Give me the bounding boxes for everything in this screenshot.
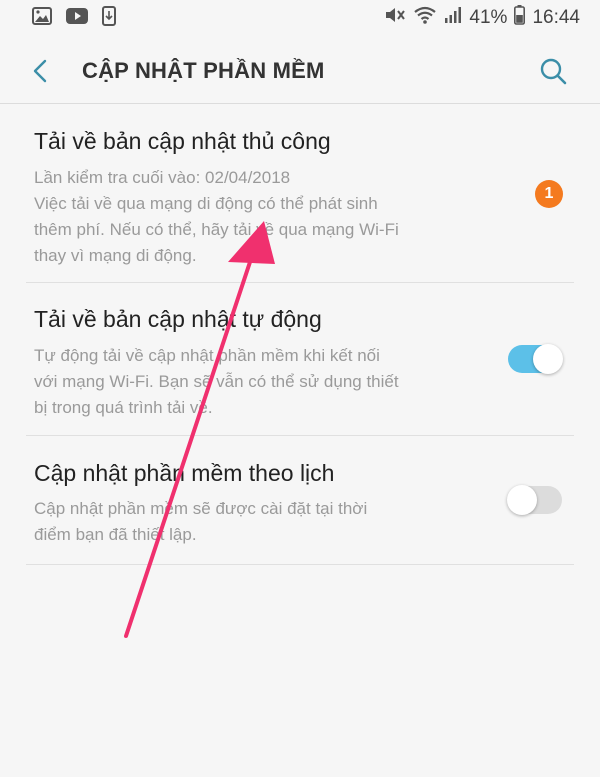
item-description: Lần kiểm tra cuối vào: 02/04/2018 Việc t…	[34, 165, 489, 269]
item-title: Cập nhật phần mềm theo lịch	[34, 460, 335, 486]
item-description-line: với mạng Wi-Fi. Bạn sẽ vẫn có thể sử dụn…	[34, 372, 399, 391]
battery-icon	[514, 5, 526, 31]
manual-download-item[interactable]: Tải về bản cập nhật thủ công Lần kiểm tr…	[0, 106, 600, 282]
back-button[interactable]	[24, 54, 58, 88]
item-title: Tải về bản cập nhật tự động	[34, 306, 322, 332]
clock: 16:44	[532, 7, 580, 28]
youtube-icon	[66, 7, 88, 29]
wifi-icon	[413, 6, 437, 30]
mute-icon	[384, 6, 406, 30]
gallery-icon	[32, 6, 52, 30]
page-title: CẬP NHẬT PHẦN MỀM	[82, 58, 325, 83]
toggle-knob	[533, 344, 563, 374]
auto-download-toggle[interactable]	[508, 344, 563, 374]
battery-percent: 41%	[469, 7, 508, 28]
signal-icon	[444, 6, 462, 30]
item-description-line: Lần kiểm tra cuối vào: 02/04/2018	[34, 168, 291, 187]
toggle-knob	[507, 485, 537, 515]
search-button[interactable]	[536, 54, 570, 88]
item-description-line: thay vì mạng di động.	[34, 246, 197, 265]
item-description-line: điểm bạn đã thiết lập.	[34, 525, 197, 544]
update-phone-icon	[102, 5, 116, 31]
item-description-line: Tự động tải về cập nhật phần mềm khi kết…	[34, 346, 380, 365]
item-description-line: Việc tải về qua mạng di động có thể phát…	[34, 194, 378, 213]
notification-badge: 1	[535, 180, 563, 208]
item-description: Cập nhật phần mềm sẽ được cài đặt tại th…	[34, 496, 489, 548]
scheduled-update-toggle[interactable]	[507, 485, 562, 515]
item-description-line: thêm phí. Nếu có thể, hãy tải về qua mạn…	[34, 220, 399, 239]
search-icon	[536, 58, 570, 92]
item-description-line: Cập nhật phần mềm sẽ được cài đặt tại th…	[34, 499, 368, 518]
status-bar: 41% 16:44	[0, 0, 600, 36]
item-description: Tự động tải về cập nhật phần mềm khi kết…	[34, 343, 489, 421]
divider	[26, 564, 574, 565]
item-title: Tải về bản cập nhật thủ công	[34, 128, 331, 154]
back-icon	[24, 59, 58, 92]
app-header: CẬP NHẬT PHẦN MỀM	[0, 36, 600, 104]
item-description-line: bị trong quá trình tải về.	[34, 398, 213, 417]
